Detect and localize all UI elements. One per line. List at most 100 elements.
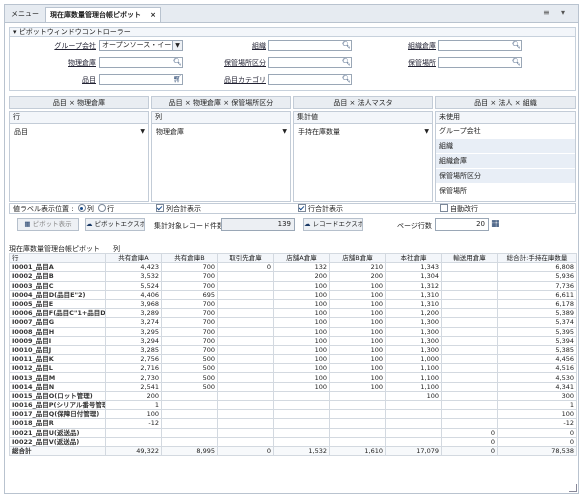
table-cell[interactable]: [329, 390, 386, 402]
calculator-icon[interactable]: ▦: [491, 219, 500, 229]
column-header[interactable]: 本社倉庫: [385, 252, 442, 264]
table-cell[interactable]: 100: [273, 308, 330, 319]
table-cell[interactable]: 4,423: [105, 262, 162, 273]
table-cell[interactable]: 100: [273, 317, 330, 328]
table-cell[interactable]: 5,524: [105, 280, 162, 291]
table-cell[interactable]: 3,289: [105, 308, 162, 319]
table-cell[interactable]: 700: [161, 262, 218, 273]
chevron-down-icon[interactable]: ▼: [140, 127, 145, 137]
table-cell[interactable]: 7,736: [497, 280, 577, 291]
table-cell[interactable]: 1,000: [385, 354, 442, 365]
table-cell[interactable]: 700: [161, 271, 218, 282]
table-cell[interactable]: [217, 399, 274, 411]
search-icon[interactable]: 🔍︎: [342, 41, 351, 50]
table-cell[interactable]: 0: [217, 445, 274, 457]
table-cell[interactable]: [217, 298, 274, 310]
table-cell[interactable]: 100: [329, 372, 386, 383]
table-cell[interactable]: [105, 436, 162, 447]
group-company-select[interactable]: オープンソース・イー ▼: [99, 40, 183, 51]
table-cell[interactable]: [105, 427, 162, 438]
row-label[interactable]: I0002_品目B: [9, 271, 106, 282]
table-cell[interactable]: 6,808: [497, 262, 577, 273]
table-cell[interactable]: 1,300: [385, 344, 442, 356]
pivot-show-button[interactable]: ▦ ピボット表示: [17, 218, 79, 231]
table-cell[interactable]: 100: [329, 335, 386, 346]
table-cell[interactable]: [217, 280, 274, 291]
table-cell[interactable]: [161, 427, 218, 438]
table-cell[interactable]: 1,532: [273, 445, 330, 457]
table-cell[interactable]: 100: [329, 317, 386, 328]
row-label[interactable]: I0010_品目J: [9, 344, 106, 356]
table-cell[interactable]: 2,541: [105, 381, 162, 392]
table-cell[interactable]: [441, 344, 498, 356]
table-cell[interactable]: [217, 418, 274, 429]
table-cell[interactable]: 695: [161, 289, 218, 300]
table-cell[interactable]: 1: [497, 399, 577, 411]
unused-zone[interactable]: 未使用 グループ会社 組織 組織倉庫 保管場所区分 保管場所: [435, 111, 576, 202]
table-cell[interactable]: [329, 418, 386, 429]
row-label[interactable]: I0016_品目P(シリアル番号管理): [9, 399, 106, 411]
col-total-option[interactable]: 列合計表示: [156, 204, 201, 214]
column-header[interactable]: 共有倉庫B: [161, 252, 218, 264]
table-cell[interactable]: 1,300: [385, 326, 442, 337]
chevron-down-icon[interactable]: ▼: [282, 127, 287, 137]
table-cell[interactable]: [329, 436, 386, 447]
table-cell[interactable]: [273, 409, 330, 420]
table-cell[interactable]: [441, 271, 498, 282]
table-cell[interactable]: 1,100: [385, 372, 442, 383]
preset-item-corp-org[interactable]: 品目 × 法人 × 組織: [435, 96, 576, 109]
table-cell[interactable]: 1,343: [385, 262, 442, 273]
table-cell[interactable]: 100: [329, 298, 386, 310]
table-cell[interactable]: 200: [273, 271, 330, 282]
table-cell[interactable]: [329, 427, 386, 438]
table-cell[interactable]: [217, 344, 274, 356]
row-label[interactable]: I0009_品目I: [9, 335, 106, 346]
org-field[interactable]: 🔍︎: [268, 40, 352, 51]
table-cell[interactable]: [217, 381, 274, 392]
table-cell[interactable]: [441, 317, 498, 328]
table-cell[interactable]: 700: [161, 335, 218, 346]
row-label[interactable]: I0012_品目L: [9, 363, 106, 374]
column-header[interactable]: 総合計:手持在庫数量: [497, 252, 577, 264]
radio-col[interactable]: [77, 204, 86, 212]
table-cell[interactable]: [217, 409, 274, 420]
storage-place-field[interactable]: 🔍︎: [438, 57, 522, 68]
table-cell[interactable]: 4,456: [497, 354, 577, 365]
table-cell[interactable]: 500: [161, 354, 218, 365]
table-cell[interactable]: 4,530: [497, 372, 577, 383]
close-icon[interactable]: ×: [150, 8, 156, 22]
pivot-export-button[interactable]: ☁ ピボットエクスポ-: [85, 218, 145, 231]
table-cell[interactable]: 1,310: [385, 289, 442, 300]
table-cell[interactable]: 6,178: [497, 298, 577, 310]
table-cell[interactable]: [441, 326, 498, 337]
resize-handle[interactable]: [569, 484, 577, 492]
table-cell[interactable]: [217, 308, 274, 319]
table-cell[interactable]: 2,756: [105, 354, 162, 365]
table-cell[interactable]: 200: [329, 271, 386, 282]
table-cell[interactable]: [217, 436, 274, 447]
row-header-cell[interactable]: 行: [9, 252, 106, 264]
table-cell[interactable]: 100: [329, 280, 386, 291]
table-cell[interactable]: 0: [497, 436, 577, 447]
table-cell[interactable]: 132: [273, 262, 330, 273]
table-cell[interactable]: 5,389: [497, 308, 577, 319]
table-cell[interactable]: [273, 436, 330, 447]
table-cell[interactable]: 100: [329, 354, 386, 365]
table-cell[interactable]: 2,716: [105, 363, 162, 374]
table-cell[interactable]: 100: [329, 289, 386, 300]
cart-icon[interactable]: 🛒︎: [173, 75, 182, 84]
menu-icon[interactable]: ≡: [543, 8, 550, 17]
table-cell[interactable]: 100: [273, 326, 330, 337]
page-rows-input[interactable]: 20: [435, 218, 489, 231]
table-cell[interactable]: 100: [273, 363, 330, 374]
table-cell[interactable]: 700: [161, 344, 218, 356]
table-cell[interactable]: 1,300: [385, 335, 442, 346]
table-cell[interactable]: 5,385: [497, 344, 577, 356]
table-cell[interactable]: [441, 399, 498, 411]
org-warehouse-field[interactable]: 🔍︎: [438, 40, 522, 51]
table-cell[interactable]: [161, 399, 218, 411]
agg-zone[interactable]: 集計値 手持在庫数量 ▼: [293, 111, 433, 202]
agg-field[interactable]: 手持在庫数量 ▼: [297, 127, 429, 137]
table-cell[interactable]: 0: [497, 427, 577, 438]
table-cell[interactable]: 1,310: [385, 298, 442, 310]
